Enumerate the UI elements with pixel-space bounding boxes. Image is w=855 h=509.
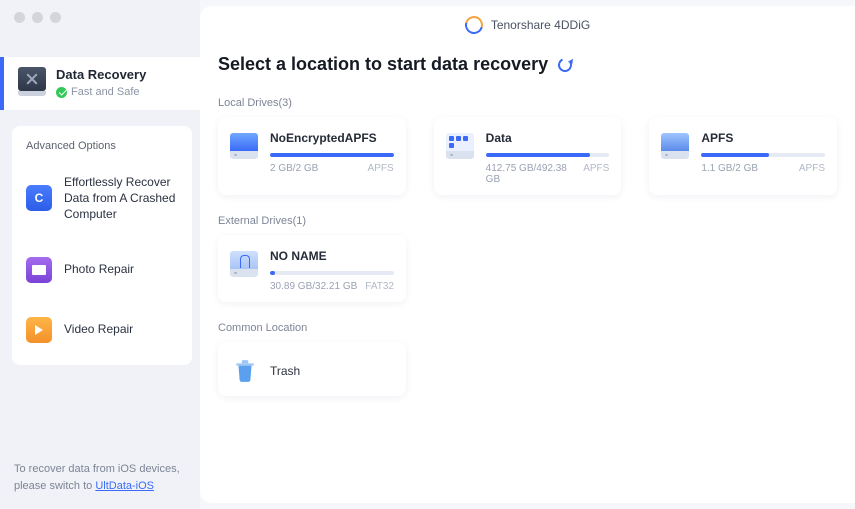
- check-icon: [56, 87, 67, 98]
- section-external-label: External Drives(1): [200, 199, 855, 235]
- usage-bar: [270, 153, 394, 157]
- drive-name: NO NAME: [270, 249, 394, 263]
- refresh-icon[interactable]: [556, 56, 574, 74]
- app-logo-icon: [462, 13, 487, 38]
- adv-item-crashed-computer[interactable]: C Effortlessly Recover Data from A Crash…: [22, 166, 186, 231]
- computer-icon: C: [26, 185, 52, 211]
- usage-bar: [701, 153, 825, 157]
- nav-subtitle: Fast and Safe: [56, 86, 146, 98]
- location-trash[interactable]: Trash: [218, 342, 406, 396]
- window-controls: [0, 0, 200, 33]
- main-panel: Tenorshare 4DDiG Select a location to st…: [200, 6, 855, 503]
- app-title: Tenorshare 4DDiG: [491, 18, 590, 32]
- drive-icon: [661, 133, 691, 159]
- page-title: Select a location to start data recovery: [218, 54, 548, 75]
- adv-item-label: Video Repair: [64, 321, 133, 337]
- close-icon[interactable]: [14, 12, 25, 23]
- drive-fs: APFS: [799, 163, 825, 174]
- drive-fs: FAT32: [365, 281, 394, 292]
- drive-card-noname[interactable]: NO NAME 30.89 GB/32.21 GB FAT32: [218, 235, 406, 302]
- drive-size: 412.75 GB/492.38 GB: [486, 163, 584, 185]
- drive-fs: APFS: [583, 163, 609, 174]
- adv-item-label: Photo Repair: [64, 261, 134, 277]
- adv-item-label: Effortlessly Recover Data from A Crashed…: [64, 174, 182, 223]
- drive-fs: APFS: [368, 163, 394, 174]
- drive-icon: [446, 133, 476, 159]
- photo-icon: [26, 257, 52, 283]
- location-label: Trash: [270, 364, 300, 378]
- drive-name: NoEncryptedAPFS: [270, 131, 394, 145]
- section-local-label: Local Drives(3): [200, 81, 855, 117]
- drive-size: 1.1 GB/2 GB: [701, 163, 758, 174]
- drive-name: APFS: [701, 131, 825, 145]
- drive-tools-icon: [18, 67, 46, 91]
- section-common-label: Common Location: [200, 306, 855, 342]
- nav-data-recovery[interactable]: Data Recovery Fast and Safe: [0, 57, 200, 110]
- drive-size: 30.89 GB/32.21 GB: [270, 281, 357, 292]
- usb-drive-icon: [230, 251, 260, 277]
- drive-icon: [230, 133, 260, 159]
- video-icon: [26, 317, 52, 343]
- external-drives-row: NO NAME 30.89 GB/32.21 GB FAT32: [200, 235, 855, 306]
- usage-bar: [270, 271, 394, 275]
- adv-item-photo-repair[interactable]: Photo Repair: [22, 249, 186, 291]
- usage-bar: [486, 153, 610, 157]
- nav-title: Data Recovery: [56, 67, 146, 82]
- drive-card-data[interactable]: Data 412.75 GB/492.38 GBAPFS: [434, 117, 622, 195]
- maximize-icon[interactable]: [50, 12, 61, 23]
- sidebar: Data Recovery Fast and Safe Advanced Opt…: [0, 0, 200, 509]
- local-drives-row: NoEncryptedAPFS 2 GB/2 GB APFS Data 412.7…: [200, 117, 855, 199]
- drive-card-apfs[interactable]: APFS 1.1 GB/2 GB APFS: [649, 117, 837, 195]
- footer-note: To recover data from iOS devices, please…: [14, 461, 190, 495]
- trash-icon: [230, 356, 260, 386]
- topbar: Tenorshare 4DDiG: [200, 6, 855, 38]
- drive-card-noencryptedapfs[interactable]: NoEncryptedAPFS 2 GB/2 GB APFS: [218, 117, 406, 195]
- common-location-row: Trash: [200, 342, 855, 400]
- drive-size: 2 GB/2 GB: [270, 163, 318, 174]
- adv-item-video-repair[interactable]: Video Repair: [22, 309, 186, 351]
- advanced-options-card: Advanced Options C Effortlessly Recover …: [12, 126, 192, 365]
- minimize-icon[interactable]: [32, 12, 43, 23]
- ultdata-link[interactable]: UltData-iOS: [95, 480, 154, 492]
- advanced-options-title: Advanced Options: [22, 140, 186, 152]
- drive-name: Data: [486, 131, 610, 145]
